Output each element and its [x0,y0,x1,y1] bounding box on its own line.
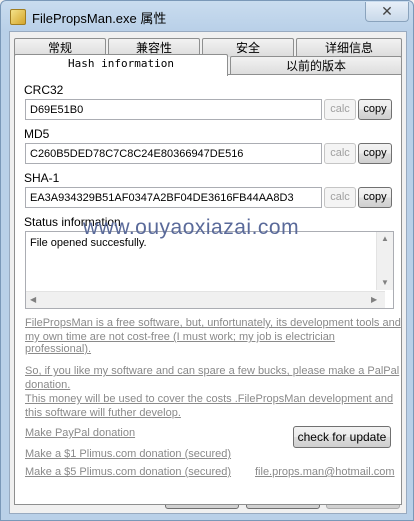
window-title: FilePropsMan.exe 属性 [32,11,167,26]
md5-label: MD5 [24,127,50,141]
info-paragraph-2-line-3: This money will be used to cover the cos… [25,393,394,405]
info-paragraph-2-line-4: this software will futher develop. [25,407,181,419]
scroll-left-icon[interactable]: ◀ [30,295,36,304]
crc32-calc-button[interactable]: calc [324,99,356,120]
md5-copy-button[interactable]: copy [358,143,392,164]
watermark-text: www.ouyaoxiazai.com [83,216,300,239]
plimus-1-donation-link[interactable]: Make a $1 Plimus.com donation (secured) [25,448,231,460]
sha1-calc-button[interactable]: calc [324,187,356,208]
info-paragraph-1-line-1: FilePropsMan is a free software, but, un… [25,317,401,329]
app-icon [10,9,26,25]
vertical-scrollbar[interactable]: ▲ ▼ [376,232,393,290]
tab-previous-versions[interactable]: 以前的版本 [230,56,402,75]
horizontal-scrollbar[interactable]: ◀ ▶ [26,291,385,308]
sha1-label: SHA-1 [24,171,60,185]
paypal-donation-link[interactable]: Make PayPal donation [25,427,135,439]
info-paragraph-2-line-1: So, if you like my software and can spar… [25,365,400,377]
dialog-client-area: 常规 兼容性 安全 详细信息 Hash information 以前的版本 CR… [9,31,407,514]
tab-details[interactable]: 详细信息 [296,38,402,57]
title-bar[interactable]: FilePropsMan.exe 属性 ✕ [1,1,413,31]
info-paragraph-2-line-2: donation. [25,379,71,391]
info-paragraph-1-line-2: my own time are not cost-free (I must wo… [25,331,335,355]
crc32-field[interactable]: D69E51B0 [25,99,322,120]
md5-calc-button[interactable]: calc [324,143,356,164]
check-for-update-button[interactable]: check for update [293,426,391,448]
status-textarea[interactable]: File opened succesfully. ▲ ▼ ◀ ▶ [25,231,394,309]
crc32-copy-button[interactable]: copy [358,99,392,120]
hash-panel: CRC32 D69E51B0 calc copy MD5 C260B5DED78… [14,74,402,505]
md5-field[interactable]: C260B5DED78C7C8C24E80366947DE516 [25,143,322,164]
plimus-5-donation-link[interactable]: Make a $5 Plimus.com donation (secured) [25,466,231,478]
scroll-down-icon[interactable]: ▼ [381,278,389,287]
scroll-up-icon[interactable]: ▲ [381,234,389,243]
sha1-field[interactable]: EA3A934329B51AF0347A2BF04DE3616FB44AA8D3 [25,187,322,208]
email-link[interactable]: file.props.man@hotmail.com [255,466,395,478]
close-button[interactable]: ✕ [365,2,409,22]
properties-window: FilePropsMan.exe 属性 ✕ 常规 兼容性 安全 详细信息 Has… [0,0,414,521]
sha1-copy-button[interactable]: copy [358,187,392,208]
scroll-right-icon[interactable]: ▶ [371,295,377,304]
crc32-label: CRC32 [24,83,64,97]
tab-hash-information[interactable]: Hash information [14,54,228,76]
